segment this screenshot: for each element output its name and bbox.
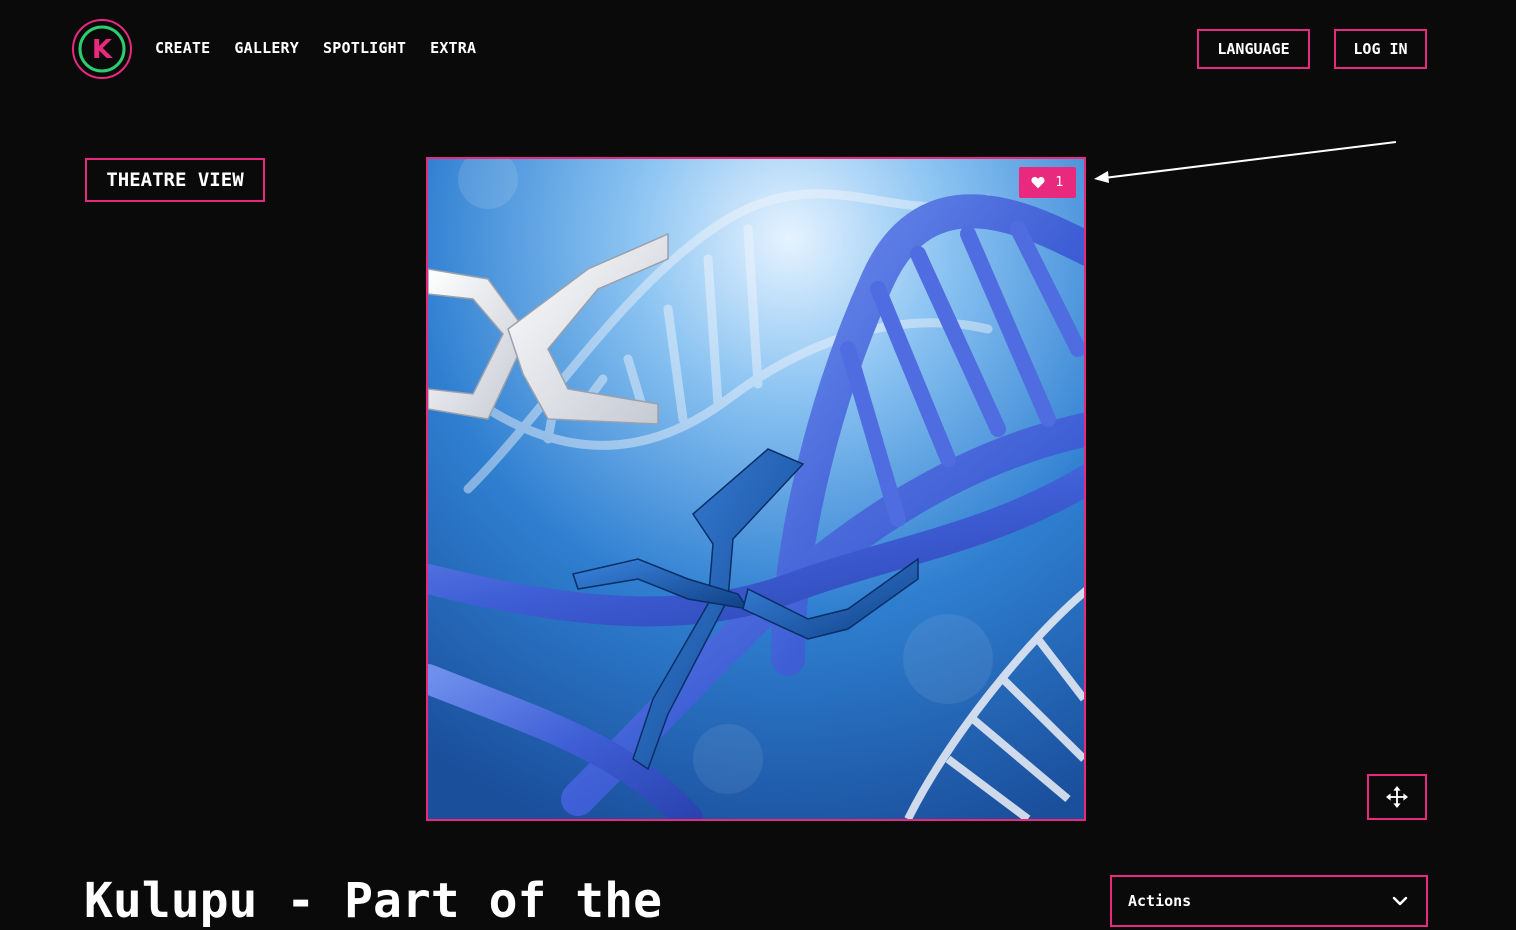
chevron-down-icon: [1392, 896, 1408, 906]
like-button[interactable]: 1: [1019, 167, 1076, 198]
nav-create[interactable]: CREATE: [155, 38, 210, 58]
artwork-image[interactable]: [426, 157, 1086, 821]
like-count: 1: [1055, 175, 1064, 190]
actions-label: Actions: [1128, 892, 1192, 910]
nav-spotlight[interactable]: SPOTLIGHT: [323, 38, 406, 58]
site-logo[interactable]: K: [72, 19, 132, 79]
actions-dropdown[interactable]: Actions: [1110, 875, 1428, 927]
language-button[interactable]: LANGUAGE: [1197, 29, 1310, 69]
artwork-title: Kulupu - Part of the: [84, 873, 662, 929]
move-arrows-icon: [1386, 786, 1408, 808]
nav-gallery[interactable]: GALLERY: [234, 38, 299, 58]
logo-letter: K: [92, 35, 113, 65]
theatre-view-button[interactable]: THEATRE VIEW: [85, 158, 265, 202]
move-button[interactable]: [1367, 774, 1427, 820]
annotation-arrow-icon: [1094, 141, 1397, 183]
heart-icon: [1031, 176, 1045, 189]
dna-artwork: [428, 159, 1084, 819]
nav-extra[interactable]: EXTRA: [430, 38, 476, 58]
login-button[interactable]: LOG IN: [1334, 29, 1427, 69]
page: K CREATE GALLERY SPOTLIGHT EXTRA LANGUAG…: [0, 0, 1516, 930]
main-nav: CREATE GALLERY SPOTLIGHT EXTRA: [155, 38, 476, 58]
